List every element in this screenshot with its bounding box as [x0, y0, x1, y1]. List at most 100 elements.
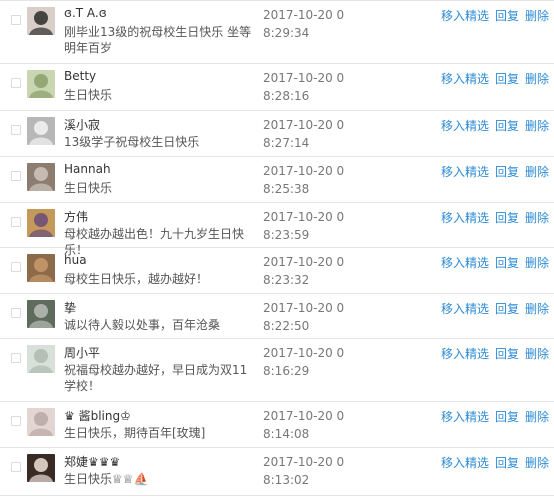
move-to-featured-link[interactable]: 移入精选: [441, 410, 489, 424]
reply-link[interactable]: 回复: [495, 256, 519, 270]
comment-message: 13级学子祝母校生日快乐: [64, 135, 200, 149]
comment-time: 2017-10-20 08:27:14: [263, 118, 345, 150]
move-to-featured-link[interactable]: 移入精选: [441, 72, 489, 86]
reply-link[interactable]: 回复: [495, 72, 519, 86]
comment-time: 2017-10-20 08:16:29: [263, 346, 345, 378]
comment-row: hua 母校生日快乐，越办越好！ 2017-10-20 08:23:32 移入精选 回复…: [0, 248, 554, 294]
avatar-image: [27, 117, 55, 145]
row-actions: 移入精选 回复 删除: [441, 70, 554, 87]
row-checkbox[interactable]: [11, 125, 21, 135]
move-to-featured-link[interactable]: 移入精选: [441, 456, 489, 470]
avatar: [27, 300, 55, 328]
comment-time: 2017-10-20 08:23:59: [263, 210, 345, 242]
row-actions: 移入精选 回复 删除: [441, 408, 554, 425]
comment-time: 2017-10-20 08:28:16: [263, 71, 345, 103]
row-checkbox[interactable]: [11, 171, 21, 181]
commenter-name: hua: [64, 253, 87, 267]
avatar: [27, 70, 55, 98]
row-checkbox[interactable]: [11, 416, 21, 426]
avatar: [27, 209, 55, 237]
avatar-image: [27, 70, 55, 98]
move-to-featured-link[interactable]: 移入精选: [441, 165, 489, 179]
avatar-image: [27, 254, 55, 282]
move-to-featured-link[interactable]: 移入精选: [441, 119, 489, 133]
row-actions: 移入精选 回复 删除: [441, 300, 554, 317]
comment-time: 2017-10-20 08:29:34: [263, 8, 345, 40]
commenter-name: 方伟: [64, 210, 89, 224]
delete-link[interactable]: 删除: [525, 347, 549, 361]
row-checkbox[interactable]: [11, 78, 21, 88]
move-to-featured-link[interactable]: 移入精选: [441, 211, 489, 225]
row-actions: 移入精选 回复 删除: [441, 454, 554, 471]
row-actions: 移入精选 回复 删除: [441, 7, 554, 24]
row-actions: 移入精选 回复 删除: [441, 209, 554, 226]
delete-link[interactable]: 删除: [525, 9, 549, 23]
avatar-image: [27, 7, 55, 35]
row-actions: 移入精选 回复 删除: [441, 254, 554, 271]
row-checkbox[interactable]: [11, 353, 21, 363]
row-actions: 移入精选 回复 删除: [441, 163, 554, 180]
comment-row: 方伟 母校越办越出色！九十九岁生日快乐！ 2017-10-20 08:23:59 移入…: [0, 203, 554, 257]
avatar: [27, 408, 55, 436]
comment-row: 郑婕♛♛♛ 生日快乐♕♕⛵ 2017-10-20 08:13:02 移入精选 回复 删除: [0, 448, 554, 496]
delete-link[interactable]: 删除: [525, 256, 549, 270]
avatar-image: [27, 209, 55, 237]
reply-link[interactable]: 回复: [495, 302, 519, 316]
avatar-image: [27, 300, 55, 328]
move-to-featured-link[interactable]: 移入精选: [441, 347, 489, 361]
comment-message: 祝福母校越办越好，早日成为双11学校！: [64, 363, 248, 393]
comment-time: 2017-10-20 08:22:50: [263, 301, 345, 333]
commenter-name: Betty: [64, 69, 97, 83]
avatar-image: [27, 408, 55, 436]
avatar-image: [27, 454, 55, 482]
delete-link[interactable]: 删除: [525, 165, 549, 179]
comment-row: Hannah 生日快乐 2017-10-20 08:25:38 移入精选 回复 删除: [0, 157, 554, 203]
reply-link[interactable]: 回复: [495, 165, 519, 179]
commenter-name: 周小平: [64, 346, 101, 360]
delete-link[interactable]: 删除: [525, 72, 549, 86]
commenter-name: ♛ 酱bling♔: [64, 409, 131, 423]
reply-link[interactable]: 回复: [495, 119, 519, 133]
row-checkbox[interactable]: [11, 308, 21, 318]
comment-row: Betty 生日快乐 2017-10-20 08:28:16 移入精选 回复 删除: [0, 64, 554, 111]
avatar-image: [27, 163, 55, 191]
reply-link[interactable]: 回复: [495, 456, 519, 470]
comment-list: ɞ.T A.ɞ 刚毕业13级的祝母校生日快乐 坐等明年百岁 2017-10-20 0…: [0, 0, 554, 499]
reply-link[interactable]: 回复: [495, 211, 519, 225]
delete-link[interactable]: 删除: [525, 119, 549, 133]
reply-link[interactable]: 回复: [495, 347, 519, 361]
comment-message: 生日快乐: [64, 181, 113, 195]
comment-message: 母校生日快乐，越办越好！: [64, 272, 209, 286]
reply-link[interactable]: 回复: [495, 410, 519, 424]
comment-message: 生日快乐♕♕⛵: [64, 472, 149, 486]
comment-message: 生日快乐: [64, 88, 113, 102]
row-actions: 移入精选 回复 删除: [441, 117, 554, 134]
row-checkbox[interactable]: [11, 462, 21, 472]
avatar: [27, 254, 55, 282]
delete-link[interactable]: 删除: [525, 302, 549, 316]
avatar: [27, 163, 55, 191]
row-checkbox[interactable]: [11, 15, 21, 25]
move-to-featured-link[interactable]: 移入精选: [441, 256, 489, 270]
row-checkbox[interactable]: [11, 217, 21, 227]
comment-time: 2017-10-20 08:23:32: [263, 255, 345, 287]
commenter-name: 溪小寂: [64, 118, 101, 132]
move-to-featured-link[interactable]: 移入精选: [441, 302, 489, 316]
avatar: [27, 7, 55, 35]
delete-link[interactable]: 删除: [525, 410, 549, 424]
reply-link[interactable]: 回复: [495, 9, 519, 23]
delete-link[interactable]: 删除: [525, 211, 549, 225]
comment-message: 生日快乐，期待百年[玫瑰]: [64, 426, 206, 440]
avatar-image: [27, 345, 55, 373]
comment-row: ♛ 酱bling♔ 生日快乐，期待百年[玫瑰] 2017-10-20 08:14:0…: [0, 402, 554, 448]
comment-row: 周小平祝福母校越办越好，早日成为双11学校！ 2017-10-20 08:16:2…: [0, 339, 554, 402]
commenter-name: Hannah: [64, 162, 111, 176]
comment-row: 溪小寂 13级学子祝母校生日快乐 2017-10-20 08:27:14 移入精选 回复…: [0, 111, 554, 157]
comment-row: 挚诚以待人毅以处事，百年沧桑 2017-10-20 08:22:50 移入精选 回复删…: [0, 294, 554, 339]
comment-time: 2017-10-20 08:13:02: [263, 455, 345, 487]
move-to-featured-link[interactable]: 移入精选: [441, 9, 489, 23]
row-checkbox[interactable]: [11, 262, 21, 272]
avatar: [27, 117, 55, 145]
delete-link[interactable]: 删除: [525, 456, 549, 470]
comment-message: 诚以待人毅以处事，百年沧桑: [64, 318, 221, 332]
